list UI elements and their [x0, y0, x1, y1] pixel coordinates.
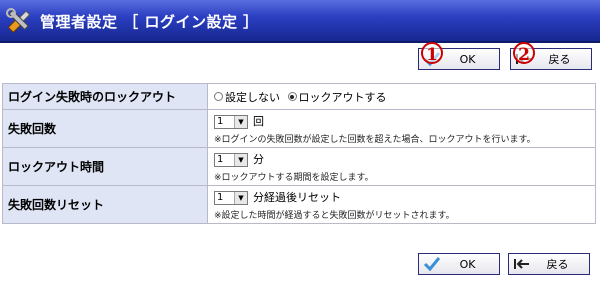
title-bar: 管理者設定 ［ ログイン設定 ］ — [0, 0, 600, 43]
chevron-down-icon: ▼ — [234, 191, 247, 204]
bottom-toolbar: OK 戻る — [0, 251, 600, 281]
table-row: ロックアウト時間 1 ▼ 分 ※ロックアウトする期間を設定します。 — [2, 147, 596, 186]
radio-circle — [214, 92, 223, 101]
lockout-time-select[interactable]: 1 ▼ — [214, 152, 248, 167]
radio-circle-selected — [287, 92, 297, 101]
chevron-down-icon: ▼ — [234, 115, 247, 128]
tools-icon — [4, 6, 34, 36]
back-button-bottom[interactable]: 戻る — [508, 253, 590, 275]
back-arrow-icon — [512, 255, 532, 273]
settings-table: ログイン失敗時のロックアウト 設定しない ロックアウトする 失敗回数 1 ▼ 回… — [2, 83, 596, 224]
ok-button-label: OK — [459, 52, 476, 66]
fail-count-note: ※ログインの失敗回数が設定した回数を超えた場合、ロックアウトを行います。 — [214, 134, 536, 145]
lockout-time-unit: 分 — [253, 152, 264, 166]
radio-label: 設定しない — [225, 90, 280, 104]
lockout-options: 設定しない ロックアウトする — [207, 83, 596, 110]
fail-count-label: 失敗回数 — [2, 109, 208, 148]
annotation-badge-1: 1 — [421, 42, 443, 65]
chevron-down-icon: ▼ — [234, 153, 247, 166]
radio-no-lockout[interactable]: 設定しない — [214, 89, 280, 105]
table-row: ログイン失敗時のロックアウト 設定しない ロックアウトする — [2, 83, 596, 110]
radio-label: ロックアウトする — [298, 90, 387, 104]
fail-count-unit: 回 — [253, 114, 264, 128]
fail-count-select[interactable]: 1 ▼ — [214, 114, 248, 129]
reset-value-cell: 1 ▼ 分経過後リセット ※設定した時間が経過すると失敗回数がリセットされます。 — [207, 185, 596, 224]
lockout-time-value-cell: 1 ▼ 分 ※ロックアウトする期間を設定します。 — [207, 147, 596, 186]
reset-select[interactable]: 1 ▼ — [214, 190, 248, 205]
top-toolbar: OK 戻る 1 2 — [0, 42, 600, 75]
reset-note: ※設定した時間が経過すると失敗回数がリセットされます。 — [214, 210, 455, 221]
fail-count-value-cell: 1 ▼ 回 ※ログインの失敗回数が設定した回数を超えた場合、ロックアウトを行いま… — [207, 109, 596, 148]
annotation-badge-2: 2 — [513, 42, 535, 65]
table-row: 失敗回数リセット 1 ▼ 分経過後リセット ※設定した時間が経過すると失敗回数が… — [2, 185, 596, 224]
ok-button-label: OK — [459, 257, 476, 271]
checkmark-icon — [422, 255, 442, 273]
lockout-label: ログイン失敗時のロックアウト — [2, 83, 208, 110]
lockout-time-label: ロックアウト時間 — [2, 147, 208, 186]
back-button-label: 戻る — [548, 53, 571, 66]
back-button-label: 戻る — [546, 258, 569, 271]
select-value: 1 — [217, 115, 224, 127]
select-value: 1 — [217, 191, 224, 203]
table-row: 失敗回数 1 ▼ 回 ※ログインの失敗回数が設定した回数を超えた場合、ロックアウ… — [2, 109, 596, 148]
reset-label: 失敗回数リセット — [2, 185, 208, 224]
page-title: 管理者設定 ［ ログイン設定 ］ — [40, 13, 259, 31]
select-value: 1 — [217, 153, 224, 165]
radio-lockout[interactable]: ロックアウトする — [287, 89, 387, 105]
lockout-time-note: ※ロックアウトする期間を設定します。 — [214, 172, 374, 183]
reset-unit: 分経過後リセット — [253, 190, 341, 204]
ok-button-bottom[interactable]: OK — [418, 253, 500, 275]
